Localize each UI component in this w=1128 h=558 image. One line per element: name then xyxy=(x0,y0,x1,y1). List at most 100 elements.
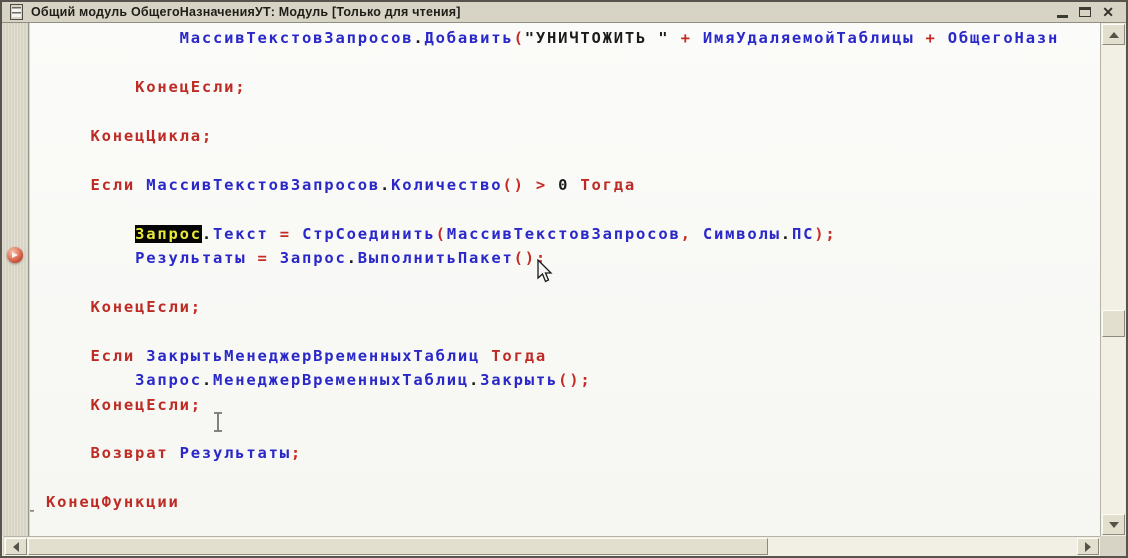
window-controls: ✕ xyxy=(1057,2,1114,22)
code-token-id: Запрос xyxy=(280,249,347,267)
code-token-ws xyxy=(46,371,135,389)
code-line[interactable] xyxy=(46,148,1100,172)
code-line[interactable] xyxy=(46,197,1100,221)
code-token-dot: . xyxy=(202,225,213,243)
code-token-op: , xyxy=(681,225,703,243)
code-token-op: ( xyxy=(436,225,447,243)
code-line[interactable] xyxy=(46,417,1100,441)
code-editor-area[interactable]: МассивТекстовЗапросов.Добавить("УНИЧТОЖИ… xyxy=(30,23,1100,536)
code-line[interactable] xyxy=(46,50,1100,74)
code-token-dot: . xyxy=(469,371,480,389)
code-token-id: Количество xyxy=(391,176,502,194)
code-token-ws xyxy=(46,29,180,47)
code-line[interactable] xyxy=(46,466,1100,490)
code-token-op: = xyxy=(246,249,279,267)
code-line[interactable]: Возврат Результаты; xyxy=(46,441,1100,465)
code-line[interactable]: КонецЕсли; xyxy=(46,393,1100,417)
code-line[interactable] xyxy=(46,270,1100,294)
code-token-ws xyxy=(46,249,135,267)
code-token-id: ОбщегоНазн xyxy=(948,29,1059,47)
code-token-id: Символы xyxy=(703,225,781,243)
code-token-kw: Возврат xyxy=(91,444,180,462)
maximize-icon[interactable] xyxy=(1079,7,1091,17)
horizontal-scroll-thumb[interactable] xyxy=(28,538,768,555)
code-token-id: Результаты xyxy=(135,249,246,267)
code-token-op: ( xyxy=(514,29,525,47)
code-token-num: 0 xyxy=(558,176,569,194)
code-token-op: + xyxy=(914,29,947,47)
close-icon[interactable]: ✕ xyxy=(1102,5,1114,19)
code-token-ws xyxy=(46,78,135,96)
editor-gutter xyxy=(2,23,29,536)
scroll-up-button[interactable] xyxy=(1102,24,1125,45)
code-token-id: СтрСоединить xyxy=(302,225,436,243)
scroll-up-icon xyxy=(1109,32,1119,38)
code-line[interactable]: КонецФункции xyxy=(46,490,1100,514)
scroll-down-button[interactable] xyxy=(1102,514,1125,535)
code-token-kw: КонецЕсли xyxy=(91,298,191,316)
code-token-id: Текст xyxy=(213,225,269,243)
code-token-id: Запрос xyxy=(135,371,202,389)
scroll-right-button[interactable] xyxy=(1077,538,1099,555)
code-token-id: Добавить xyxy=(425,29,514,47)
code-token-kw: КонецЕсли xyxy=(91,396,191,414)
code-token-dot: . xyxy=(380,176,391,194)
code-line[interactable]: Запрос.Текст = СтрСоединить(МассивТексто… xyxy=(46,222,1100,246)
code-line[interactable] xyxy=(46,99,1100,123)
code-token-id: ПС xyxy=(792,225,814,243)
code-token-op: ; xyxy=(235,78,246,96)
window-title: Общий модуль ОбщегоНазначенияУТ: Модуль … xyxy=(31,5,461,19)
code-line[interactable]: Результаты = Запрос.ВыполнитьПакет(); xyxy=(46,246,1100,270)
scroll-left-icon xyxy=(13,542,19,552)
code-line[interactable]: КонецЕсли; xyxy=(46,75,1100,99)
code-line[interactable] xyxy=(46,319,1100,343)
code-token-ws xyxy=(46,298,91,316)
code-token-id: МенеджерВременныхТаблиц xyxy=(213,371,469,389)
code-line[interactable]: МассивТекстовЗапросов.Добавить("УНИЧТОЖИ… xyxy=(46,26,1100,50)
code-token-id: Результаты xyxy=(180,444,291,462)
code-token-dot: . xyxy=(781,225,792,243)
code-token-kw: Если xyxy=(91,347,147,365)
code-token-id: ИмяУдаляемойТаблицы xyxy=(703,29,915,47)
code-token-id: МассивТекстовЗапросов xyxy=(447,225,681,243)
module-editor-window: Общий модуль ОбщегоНазначенияУТ: Модуль … xyxy=(0,0,1128,558)
code-line[interactable]: Если МассивТекстовЗапросов.Количество() … xyxy=(46,173,1100,197)
code-token-kw: КонецФункции xyxy=(46,493,180,511)
code-token-op: ; xyxy=(202,127,213,145)
procedure-position-marker-icon xyxy=(7,247,23,263)
minimize-icon[interactable] xyxy=(1057,15,1068,18)
code-token-kw: КонецЕсли xyxy=(135,78,235,96)
code-token-id: МассивТекстовЗапросов xyxy=(180,29,414,47)
code-line[interactable]: Если ЗакрытьМенеджерВременныхТаблиц Тогд… xyxy=(46,344,1100,368)
code-token-op: () > xyxy=(502,176,558,194)
scroll-left-button[interactable] xyxy=(5,538,27,555)
code-token-str: "УНИЧТОЖИТЬ " xyxy=(525,29,670,47)
titlebar[interactable]: Общий модуль ОбщегоНазначенияУТ: Модуль … xyxy=(2,2,1126,23)
code-line[interactable]: КонецЕсли; xyxy=(46,295,1100,319)
code-token-kw: Тогда xyxy=(480,347,547,365)
code-token-ws xyxy=(46,347,91,365)
code-token-op: ); xyxy=(814,225,836,243)
code-line[interactable]: Запрос.МенеджерВременныхТаблиц.Закрыть()… xyxy=(46,368,1100,392)
code-token-ws xyxy=(46,396,91,414)
code-token-ws xyxy=(46,176,91,194)
vertical-scroll-thumb[interactable] xyxy=(1102,310,1125,337)
code-line[interactable]: КонецЦикла; xyxy=(46,124,1100,148)
code-token-op: + xyxy=(669,29,702,47)
code-token-hl: Запрос xyxy=(135,225,202,243)
code-token-op: ; xyxy=(191,298,202,316)
code-token-ws xyxy=(46,225,135,243)
code-token-op: (); xyxy=(558,371,591,389)
fold-toggle[interactable]: - xyxy=(30,498,40,522)
horizontal-scrollbar[interactable] xyxy=(4,536,1100,556)
vertical-scrollbar[interactable] xyxy=(1100,23,1125,536)
code-token-op: (); xyxy=(514,249,547,267)
code-token-id: ЗакрытьМенеджерВременныхТаблиц xyxy=(146,347,480,365)
code-token-dot: . xyxy=(347,249,358,267)
code-token-id: Закрыть xyxy=(480,371,558,389)
code-token-kw: КонецЦикла xyxy=(91,127,202,145)
module-document-icon xyxy=(10,4,23,20)
code-token-id: МассивТекстовЗапросов xyxy=(146,176,380,194)
scrollbar-corner xyxy=(1100,536,1126,556)
code-lines: МассивТекстовЗапросов.Добавить("УНИЧТОЖИ… xyxy=(30,23,1100,515)
